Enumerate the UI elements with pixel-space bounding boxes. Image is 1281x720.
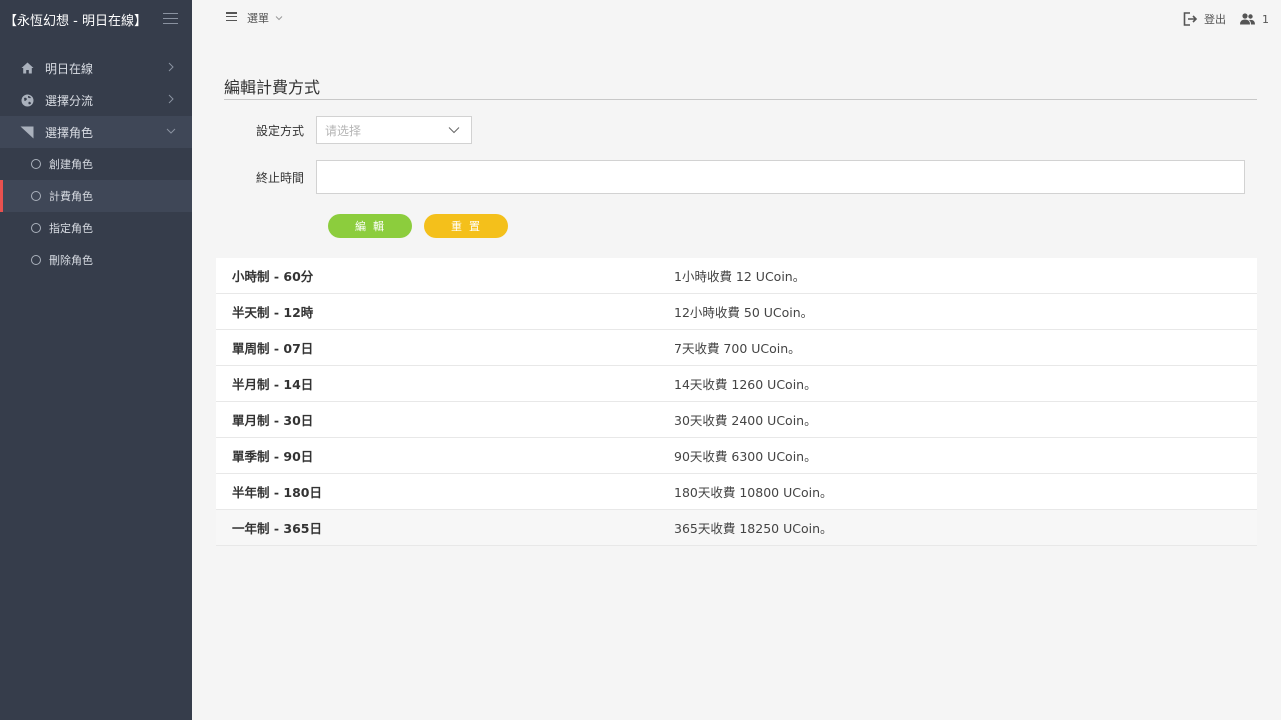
logout-button[interactable]: 登出	[1183, 11, 1226, 27]
app-title: 【永恆幻想 - 明日在線】	[4, 13, 147, 29]
sidebar: 【永恆幻想 - 明日在線】 明日在線 選擇分流 選擇角色 創建角色 計費角色 指…	[0, 0, 192, 720]
table-row: 單周制 - 07日 7天收費 700 UCoin。	[216, 330, 1257, 366]
chevron-down-icon	[275, 16, 283, 21]
sidebar-subitem-assign-character[interactable]: 指定角色	[0, 212, 192, 244]
plan-name: 單周制 - 07日	[232, 341, 314, 356]
table-row: 半月制 - 14日 14天收費 1260 UCoin。	[216, 366, 1257, 402]
sidebar-item-tomorrow-online[interactable]: 明日在線	[0, 52, 192, 84]
plan-name: 單季制 - 90日	[232, 449, 314, 464]
flag-icon	[20, 125, 34, 139]
circle-icon	[31, 223, 41, 233]
chevron-down-icon	[448, 127, 460, 134]
title-divider	[224, 99, 1257, 100]
logout-icon	[1183, 12, 1198, 26]
top-right-actions: 登出 1	[1183, 11, 1281, 27]
table-row: 單月制 - 30日 30天收費 2400 UCoin。	[216, 402, 1257, 438]
table-row: 一年制 - 365日 365天收費 18250 UCoin。	[216, 510, 1257, 546]
chevron-right-icon	[168, 62, 174, 72]
sidebar-menu: 明日在線 選擇分流 選擇角色 創建角色 計費角色 指定角色 刪除角色	[0, 52, 192, 276]
plan-name: 半天制 - 12時	[232, 305, 314, 320]
sidebar-subitem-label: 指定角色	[49, 222, 93, 235]
users-icon	[1240, 13, 1255, 25]
menu-label: 選單	[247, 12, 269, 25]
sidebar-item-label: 明日在線	[45, 61, 94, 76]
sidebar-subitem-delete-character[interactable]: 刪除角色	[0, 244, 192, 276]
app-brand: 【永恆幻想 - 明日在線】	[0, 0, 192, 38]
plan-description: 7天收費 700 UCoin。	[674, 341, 801, 356]
page-title: 編輯計費方式	[224, 78, 321, 97]
topbar: 選單 登出 1	[192, 0, 1281, 38]
sidebar-subitem-label: 刪除角色	[49, 254, 93, 267]
plan-description: 30天收費 2400 UCoin。	[674, 413, 817, 428]
plan-description: 1小時收費 12 UCoin。	[674, 269, 806, 284]
sidebar-item-select-character[interactable]: 選擇角色	[0, 116, 192, 148]
plan-name: 一年制 - 365日	[232, 521, 322, 536]
circle-icon	[31, 255, 41, 265]
billing-plans-table: 小時制 - 60分 1小時收費 12 UCoin。 半天制 - 12時 12小時…	[216, 258, 1257, 546]
plan-description: 180天收費 10800 UCoin。	[674, 485, 833, 500]
online-users[interactable]: 1	[1240, 13, 1269, 26]
end-time-input[interactable]	[316, 160, 1245, 194]
plan-name: 單月制 - 30日	[232, 413, 314, 428]
table-row: 半年制 - 180日 180天收費 10800 UCoin。	[216, 474, 1257, 510]
method-select-placeholder: 请选择	[325, 123, 362, 138]
sidebar-subitem-label: 計費角色	[49, 190, 93, 203]
sidebar-toggle-icon[interactable]	[163, 13, 178, 25]
sidebar-item-label: 選擇角色	[45, 125, 94, 140]
method-label: 設定方式	[255, 123, 304, 138]
menu-dropdown-button[interactable]: 選單	[226, 10, 283, 26]
plan-name: 小時制 - 60分	[232, 269, 314, 284]
edit-button[interactable]: 編輯	[328, 214, 412, 238]
sidebar-subitem-create-character[interactable]: 創建角色	[0, 148, 192, 180]
table-row: 小時制 - 60分 1小時收費 12 UCoin。	[216, 258, 1257, 294]
plan-description: 365天收費 18250 UCoin。	[674, 521, 833, 536]
table-row: 單季制 - 90日 90天收費 6300 UCoin。	[216, 438, 1257, 474]
table-row: 半天制 - 12時 12小時收費 50 UCoin。	[216, 294, 1257, 330]
end-time-row: 終止時間	[216, 160, 1245, 194]
sidebar-subitem-label: 創建角色	[49, 158, 93, 171]
chevron-down-icon	[166, 128, 176, 134]
plan-name: 半月制 - 14日	[232, 377, 314, 392]
menu-icon	[226, 12, 237, 23]
home-icon	[20, 61, 34, 75]
chevron-right-icon	[168, 94, 174, 104]
plan-description: 90天收費 6300 UCoin。	[674, 449, 817, 464]
circle-icon	[31, 159, 41, 169]
method-row: 設定方式 请选择	[216, 116, 472, 144]
user-count: 1	[1262, 12, 1269, 26]
plan-description: 12小時收費 50 UCoin。	[674, 305, 814, 320]
circle-icon	[31, 191, 41, 201]
method-select[interactable]: 请选择	[316, 116, 472, 144]
sidebar-item-label: 選擇分流	[45, 93, 94, 108]
logout-label: 登出	[1204, 13, 1226, 26]
sidebar-item-select-server[interactable]: 選擇分流	[0, 84, 192, 116]
globe-icon	[20, 93, 34, 107]
plan-name: 半年制 - 180日	[232, 485, 322, 500]
reset-button[interactable]: 重置	[424, 214, 508, 238]
end-time-label: 終止時間	[255, 170, 304, 185]
plan-description: 14天收費 1260 UCoin。	[674, 377, 817, 392]
sidebar-subitem-billing-character[interactable]: 計費角色	[0, 180, 192, 212]
